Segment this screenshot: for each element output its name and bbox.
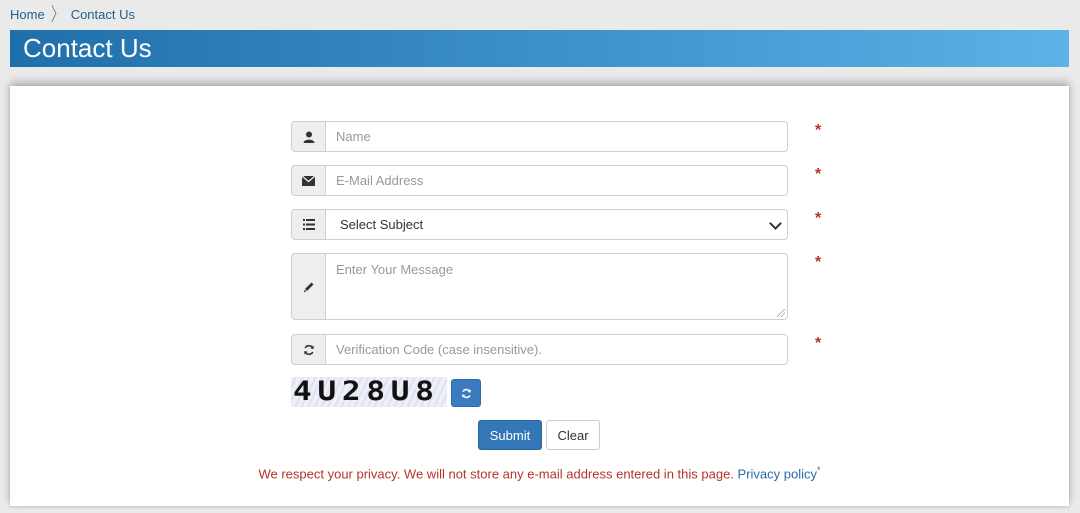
refresh-icon	[461, 388, 471, 398]
breadcrumb-home-link[interactable]: Home	[10, 7, 45, 22]
email-row	[291, 165, 788, 196]
subject-required-marker: *	[815, 210, 822, 227]
verification-required-marker: *	[815, 335, 822, 352]
captcha-refresh-button[interactable]	[451, 379, 481, 407]
captcha-text: 4U28U8	[293, 377, 440, 407]
subject-select[interactable]: Select Subject	[325, 209, 788, 240]
privacy-text: We respect your privacy. We will not sto…	[258, 466, 734, 482]
refresh-icon	[291, 334, 325, 365]
page-header-banner: Contact Us	[10, 30, 1069, 67]
message-row	[291, 253, 788, 320]
breadcrumb: Home 〉 Contact Us	[10, 4, 135, 25]
privacy-marker: *	[817, 465, 821, 475]
privacy-policy-link[interactable]: Privacy policy	[738, 466, 817, 481]
name-row	[291, 121, 788, 152]
submit-button[interactable]: Submit	[478, 420, 542, 450]
contact-form-panel: * * Select Subject * * *	[10, 86, 1069, 506]
list-icon	[291, 209, 325, 240]
name-input[interactable]	[325, 121, 788, 152]
clear-button[interactable]: Clear	[546, 420, 600, 450]
privacy-notice: We respect your privacy. We will not sto…	[10, 465, 1069, 481]
message-required-marker: *	[815, 254, 822, 271]
breadcrumb-current-link[interactable]: Contact Us	[71, 7, 135, 22]
subject-row: Select Subject	[291, 209, 788, 240]
captcha-image: 4U28U8	[291, 377, 447, 407]
user-icon	[291, 121, 325, 152]
verification-code-input[interactable]	[325, 334, 788, 365]
name-required-marker: *	[815, 122, 822, 139]
breadcrumb-separator-icon: 〉	[50, 3, 65, 25]
email-input[interactable]	[325, 165, 788, 196]
message-textarea[interactable]	[325, 253, 788, 320]
page-title: Contact Us	[23, 33, 152, 63]
email-required-marker: *	[815, 166, 822, 183]
pencil-icon	[291, 253, 325, 320]
verification-row	[291, 334, 788, 365]
envelope-icon	[291, 165, 325, 196]
